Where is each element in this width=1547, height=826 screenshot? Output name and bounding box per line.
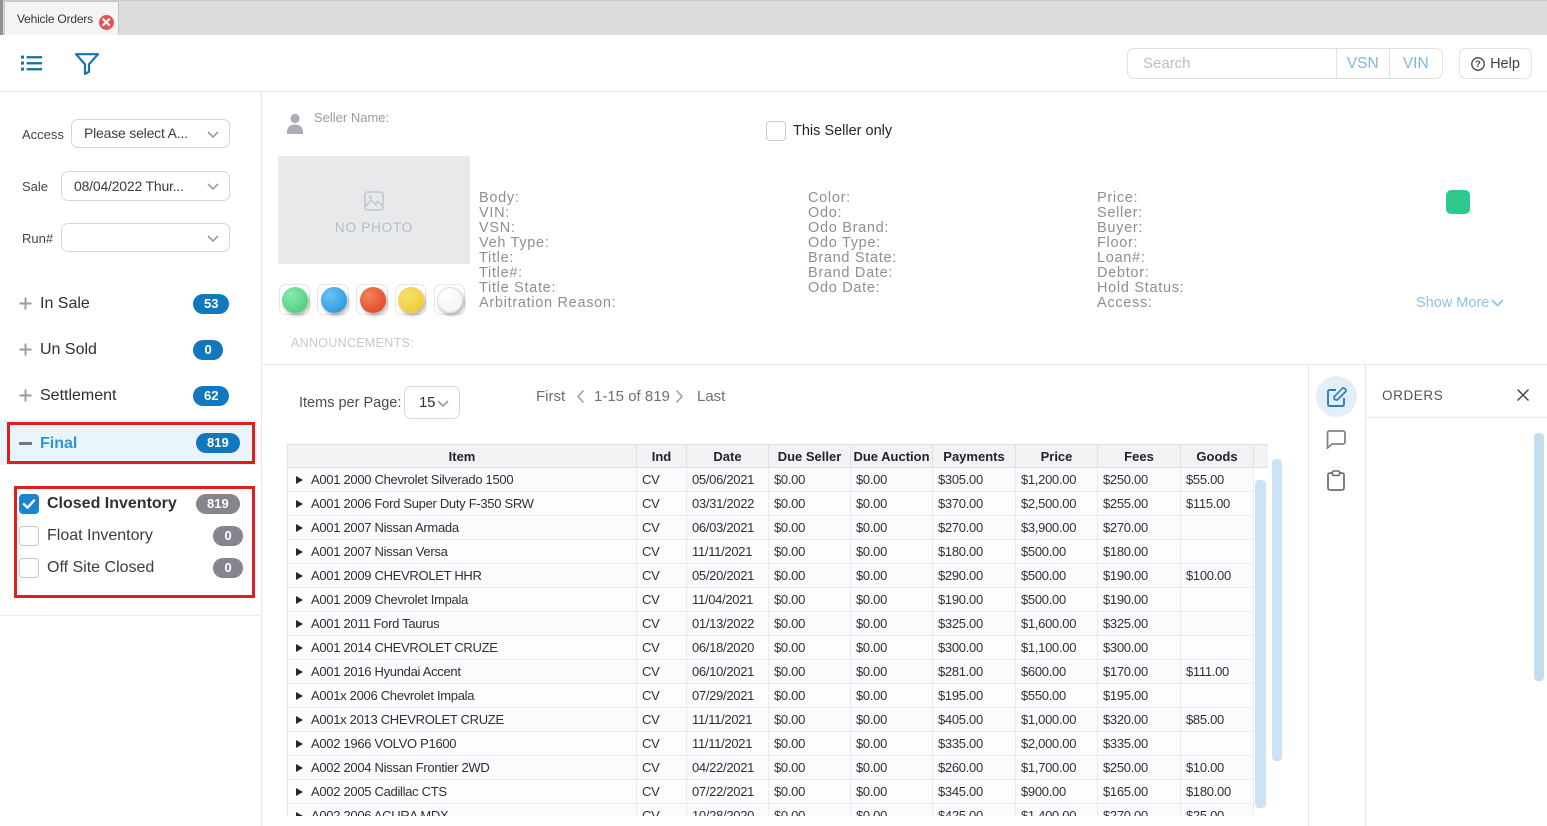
svg-text:?: ? [1475, 59, 1481, 69]
